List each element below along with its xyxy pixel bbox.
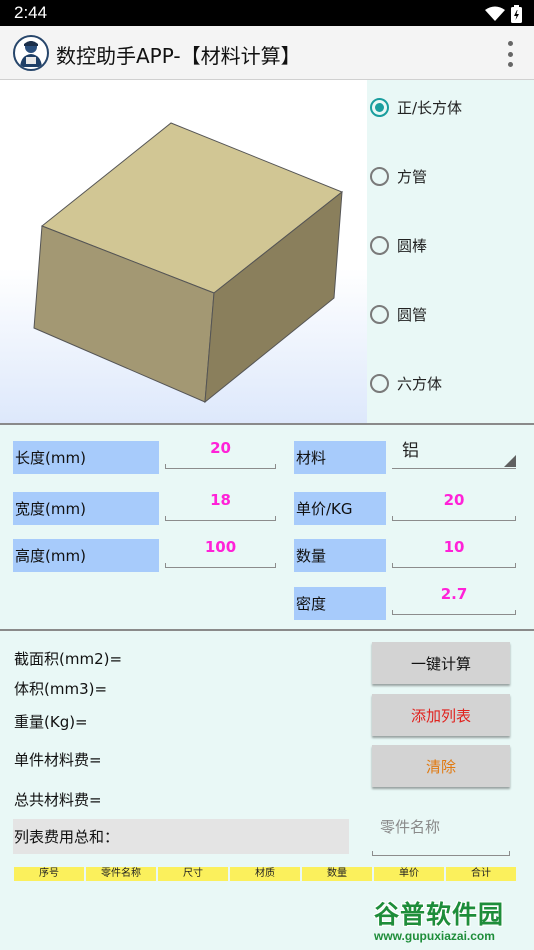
- length-value[interactable]: 20: [165, 439, 276, 457]
- status-icons: [485, 5, 522, 23]
- shape-option-label: 正/长方体: [397, 98, 463, 117]
- radio-selected-icon[interactable]: [370, 97, 389, 117]
- list-total: 列表费用总和：: [13, 819, 349, 854]
- result-unit-cost: 单件材料费=: [14, 751, 102, 769]
- result-volume: 体积(mm3)=: [14, 680, 108, 698]
- column-header: 零件名称: [86, 867, 156, 881]
- width-label: 宽度(mm): [13, 492, 159, 525]
- result-area: 截面积(mm2)=: [14, 650, 123, 668]
- unit-price-label: 单价/KG: [294, 492, 386, 525]
- add-to-list-button[interactable]: 添加列表: [372, 694, 510, 736]
- column-header: 单价: [374, 867, 444, 881]
- status-time: 2:44: [14, 3, 48, 22]
- shape-option-label: 圆管: [397, 305, 428, 324]
- shape-option-label: 圆棒: [397, 236, 428, 255]
- density-input[interactable]: 2.7: [392, 585, 516, 615]
- column-header: 尺寸: [158, 867, 228, 881]
- column-header: 序号: [14, 867, 84, 881]
- length-label: 长度(mm): [13, 441, 159, 474]
- column-header: 数量: [302, 867, 372, 881]
- height-label: 高度(mm): [13, 539, 159, 572]
- divider: [0, 423, 534, 425]
- cuboid-3d-icon: [33, 122, 343, 404]
- unit-price-value[interactable]: 20: [392, 491, 516, 509]
- density-value[interactable]: 2.7: [392, 585, 516, 603]
- quantity-label: 数量: [294, 539, 386, 572]
- quantity-value[interactable]: 10: [392, 538, 516, 556]
- clear-button[interactable]: 清除: [372, 745, 510, 787]
- width-value[interactable]: 18: [165, 491, 276, 509]
- parts-table-header: 序号 零件名称 尺寸 材质 数量 单价 合计: [14, 867, 516, 881]
- shape-option-square-tube[interactable]: 方管: [370, 163, 427, 189]
- part-name-field[interactable]: [372, 810, 510, 856]
- result-total-cost: 总共材料费=: [14, 791, 102, 809]
- radio-icon[interactable]: [370, 235, 389, 255]
- dropdown-arrow-icon[interactable]: [504, 455, 516, 467]
- radio-icon[interactable]: [370, 166, 389, 186]
- length-input[interactable]: 20: [165, 439, 276, 469]
- material-label: 材料: [294, 441, 386, 474]
- column-header: 材质: [230, 867, 300, 881]
- material-value[interactable]: 铝: [402, 436, 419, 461]
- watermark-url: www.gupuxiazai.com: [374, 929, 495, 943]
- shape-option-cuboid[interactable]: 正/长方体: [370, 94, 462, 120]
- divider: [0, 629, 534, 631]
- radio-icon[interactable]: [370, 304, 389, 324]
- status-bar: 2:44: [0, 0, 534, 26]
- app-title: 数控助手APP-【材料计算】: [56, 44, 301, 68]
- shape-option-label: 方管: [397, 167, 428, 186]
- column-header: 合计: [446, 867, 516, 881]
- width-input[interactable]: 18: [165, 491, 276, 521]
- material-select[interactable]: 铝: [392, 441, 516, 469]
- calculate-button[interactable]: 一键计算: [372, 642, 510, 684]
- shape-option-round-tube[interactable]: 圆管: [370, 301, 427, 327]
- wifi-icon: [485, 6, 505, 21]
- density-label: 密度: [294, 587, 386, 620]
- shape-preview: [0, 80, 367, 423]
- shape-option-label: 六方体: [397, 374, 443, 393]
- shape-option-round-bar[interactable]: 圆棒: [370, 232, 427, 258]
- unit-price-input[interactable]: 20: [392, 491, 516, 521]
- overflow-menu-icon[interactable]: [506, 41, 514, 67]
- quantity-input[interactable]: 10: [392, 538, 516, 568]
- app-logo-icon: [13, 35, 49, 71]
- result-weight: 重量(Kg)=: [14, 713, 88, 731]
- watermark-title: 谷普软件园: [374, 900, 505, 929]
- height-value[interactable]: 100: [165, 538, 276, 556]
- radio-icon[interactable]: [370, 373, 389, 393]
- height-input[interactable]: 100: [165, 538, 276, 568]
- battery-charging-icon: [511, 5, 522, 23]
- app-bar: 数控助手APP-【材料计算】: [0, 26, 534, 80]
- shape-option-hexagon[interactable]: 六方体: [370, 370, 442, 396]
- watermark: 谷普软件园 www.gupuxiazai.com: [366, 893, 530, 948]
- part-name-input[interactable]: [380, 818, 505, 836]
